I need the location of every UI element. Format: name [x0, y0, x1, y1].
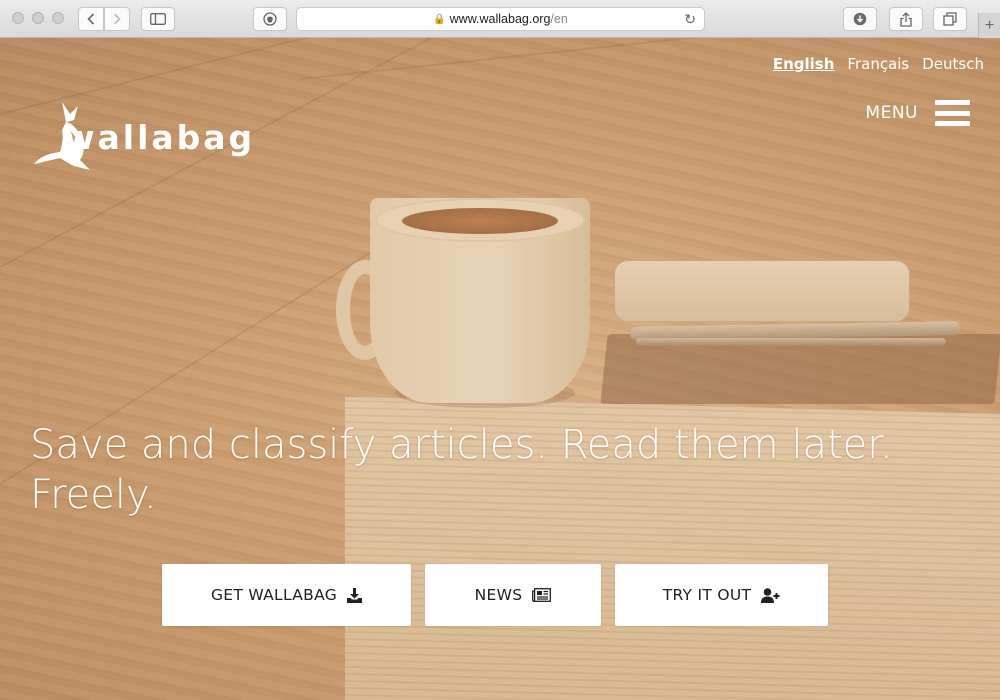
- try-it-out-label: TRY IT OUT: [662, 586, 752, 604]
- forward-icon: [113, 13, 121, 25]
- back-icon: [87, 13, 95, 25]
- window-close-button[interactable]: [12, 12, 24, 24]
- headline-line-1: Save and classify articles. Read them la…: [30, 422, 893, 468]
- news-label: NEWS: [474, 586, 523, 604]
- window-minimize-button[interactable]: [32, 12, 44, 24]
- hamburger-icon: [935, 100, 970, 126]
- privacy-report-button[interactable]: [253, 7, 287, 31]
- downloads-button[interactable]: [843, 7, 877, 31]
- language-english-link[interactable]: English: [773, 55, 835, 73]
- logo-wordmark: wallabag: [64, 118, 256, 157]
- language-german-link[interactable]: Deutsch: [922, 55, 984, 73]
- lock-icon: 🔒: [433, 13, 446, 25]
- new-tab-icon[interactable]: +: [978, 13, 1000, 38]
- try-it-out-button[interactable]: TRY IT OUT: [615, 564, 828, 626]
- download-icon: [347, 587, 363, 603]
- get-wallabag-button[interactable]: GET WALLABAG: [162, 564, 411, 626]
- back-button[interactable]: [78, 7, 104, 31]
- download-icon: [853, 12, 867, 26]
- newspaper-icon: [532, 588, 552, 602]
- news-button[interactable]: NEWS: [425, 564, 601, 626]
- sidebar-icon: [150, 13, 166, 25]
- window-zoom-button[interactable]: [52, 12, 64, 24]
- browser-toolbar: 🔒 www.wallabag.org/en ↻ +: [0, 0, 1000, 38]
- tabs-icon: [943, 12, 957, 26]
- wallabag-logo[interactable]: wallabag: [30, 100, 252, 172]
- user-plus-icon: [761, 587, 780, 603]
- hero-section: English Français Deutsch wallabag MENU S…: [0, 38, 1000, 700]
- reload-icon[interactable]: ↻: [684, 11, 696, 28]
- language-switcher: English Français Deutsch: [773, 55, 984, 73]
- share-button[interactable]: [889, 7, 923, 31]
- headline-line-2: Freely.: [30, 472, 157, 518]
- sidebar-toggle-button[interactable]: [141, 7, 175, 31]
- menu-label: MENU: [865, 103, 918, 123]
- share-icon: [900, 11, 912, 27]
- language-french-link[interactable]: Français: [847, 55, 909, 73]
- show-tabs-button[interactable]: [933, 7, 967, 31]
- address-bar[interactable]: 🔒 www.wallabag.org/en ↻: [296, 7, 705, 31]
- shield-icon: [263, 12, 277, 26]
- get-wallabag-label: GET WALLABAG: [210, 586, 338, 604]
- url-path: /en: [550, 12, 568, 26]
- url-host: www.wallabag.org: [449, 12, 551, 26]
- forward-button[interactable]: [104, 7, 130, 31]
- hero-headline: Save and classify articles. Read them la…: [30, 420, 930, 520]
- menu-button[interactable]: MENU: [865, 100, 970, 126]
